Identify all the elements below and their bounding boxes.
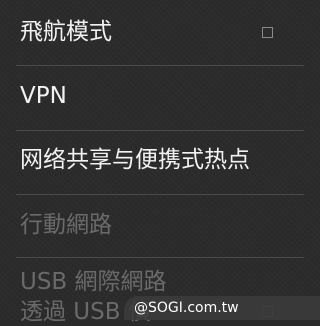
vpn-row[interactable]: VPN [0,66,320,130]
settings-screen: 飛航模式 VPN 网络共享与便携式热点 行動網路 USB 網際網路 透過 USB… [0,0,320,325]
airplane-mode-row[interactable]: 飛航模式 [0,0,320,65]
site-watermark: @SOGI.com.tw [124,296,320,320]
mobile-networks-label: 行動網路 [20,212,112,238]
mobile-networks-row: 行動網路 [0,195,320,257]
airplane-mode-checkbox[interactable] [262,27,273,38]
airplane-mode-label: 飛航模式 [20,19,112,45]
vpn-label: VPN [20,83,67,109]
tethering-hotspot-row[interactable]: 网络共享与便携式热点 [0,131,320,194]
tethering-hotspot-label: 网络共享与便携式热点 [20,147,250,173]
usb-internet-row: USB 網際網路 [0,258,320,298]
usb-internet-label: USB 網際網路 [20,269,167,295]
